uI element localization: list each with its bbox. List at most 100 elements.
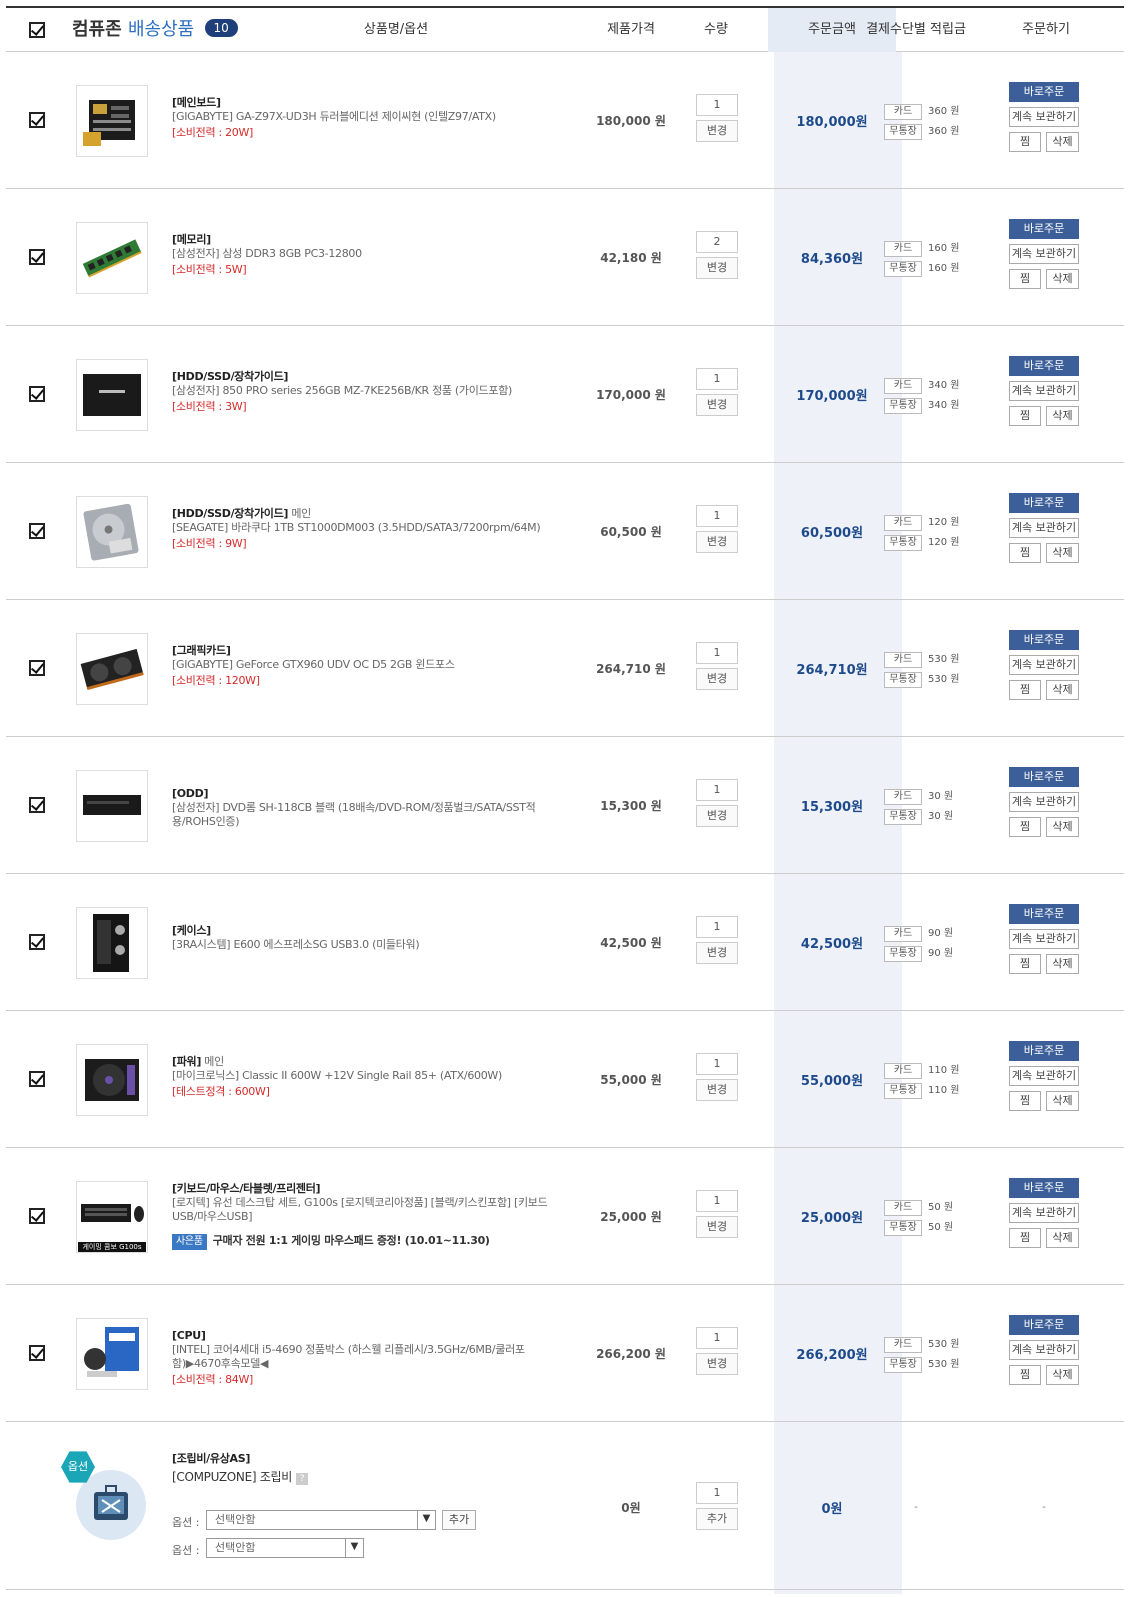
- qty-input[interactable]: 1: [696, 1053, 738, 1075]
- delete-button[interactable]: 삭제: [1046, 954, 1079, 974]
- product-name[interactable]: [GIGABYTE] GeForce GTX960 UDV OC D5 2GB …: [172, 658, 562, 672]
- keep-button[interactable]: 계속 보관하기: [1009, 244, 1079, 264]
- product-name[interactable]: [삼성전자] 850 PRO series 256GB MZ-7KE256B/K…: [172, 384, 562, 398]
- buy-now-button[interactable]: 바로주문: [1009, 219, 1079, 239]
- product-thumbnail[interactable]: [76, 496, 148, 568]
- product-thumbnail[interactable]: [76, 1044, 148, 1116]
- qty-input[interactable]: 1: [696, 1327, 738, 1349]
- qty-change-button[interactable]: 변경: [696, 1216, 738, 1238]
- option-select-2[interactable]: 선택안함 ▼: [206, 1538, 364, 1558]
- delete-button[interactable]: 삭제: [1046, 680, 1079, 700]
- delete-button[interactable]: 삭제: [1046, 1365, 1079, 1385]
- row-checkbox[interactable]: [29, 386, 45, 402]
- product-name[interactable]: [로지텍] 유선 데스크탑 세트, G100s [로지텍코리아정품] [블랙/키…: [172, 1196, 562, 1224]
- keep-button[interactable]: 계속 보관하기: [1009, 929, 1079, 949]
- qty-change-button[interactable]: 변경: [696, 257, 738, 279]
- product-name[interactable]: [마이크로닉스] Classic II 600W +12V Single Rai…: [172, 1069, 562, 1083]
- delete-button[interactable]: 삭제: [1046, 1091, 1079, 1111]
- buy-now-button[interactable]: 바로주문: [1009, 493, 1079, 513]
- keep-button[interactable]: 계속 보관하기: [1009, 1066, 1079, 1086]
- bankbook-tag: 무통장: [884, 1083, 922, 1099]
- row-checkbox[interactable]: [29, 660, 45, 676]
- qty-input[interactable]: 2: [696, 231, 738, 253]
- select-all-checkbox[interactable]: [29, 22, 45, 38]
- qty-input[interactable]: 1: [696, 505, 738, 527]
- wish-button[interactable]: 찜: [1009, 1091, 1041, 1111]
- wish-button[interactable]: 찜: [1009, 406, 1041, 426]
- row-checkbox[interactable]: [29, 1208, 45, 1224]
- buy-now-button[interactable]: 바로주문: [1009, 1315, 1079, 1335]
- buy-now-button[interactable]: 바로주문: [1009, 356, 1079, 376]
- row-checkbox[interactable]: [29, 1345, 45, 1361]
- keep-button[interactable]: 계속 보관하기: [1009, 381, 1079, 401]
- product-thumbnail[interactable]: [76, 770, 148, 842]
- row-checkbox[interactable]: [29, 1071, 45, 1087]
- product-name[interactable]: [삼성전자] DVD롬 SH-118CB 블랙 (18배속/DVD-ROM/정품…: [172, 801, 562, 829]
- product-thumbnail[interactable]: [76, 1318, 148, 1390]
- qty-input[interactable]: 1: [696, 916, 738, 938]
- wish-button[interactable]: 찜: [1009, 543, 1041, 563]
- product-name[interactable]: [SEAGATE] 바라쿠다 1TB ST1000DM003 (3.5HDD/S…: [172, 521, 562, 535]
- qty-change-button[interactable]: 변경: [696, 394, 738, 416]
- buy-now-button[interactable]: 바로주문: [1009, 1178, 1079, 1198]
- keep-button[interactable]: 계속 보관하기: [1009, 107, 1079, 127]
- qty-input[interactable]: 1: [696, 1190, 738, 1212]
- product-name[interactable]: [INTEL] 코어4세대 i5-4690 정품박스 (하스웰 리플레시/3.5…: [172, 1343, 562, 1371]
- card-tag: 카드: [884, 378, 922, 394]
- option-select-1[interactable]: 선택안함 ▼: [206, 1510, 436, 1530]
- wish-button[interactable]: 찜: [1009, 1228, 1041, 1248]
- row-checkbox[interactable]: [29, 934, 45, 950]
- product-info: [파워] 메인 [마이크로닉스] Classic II 600W +12V Sin…: [172, 1055, 562, 1099]
- wish-button[interactable]: 찜: [1009, 1365, 1041, 1385]
- buy-now-button[interactable]: 바로주문: [1009, 904, 1079, 924]
- keep-button[interactable]: 계속 보관하기: [1009, 1340, 1079, 1360]
- qty-input[interactable]: 1: [696, 642, 738, 664]
- keep-button[interactable]: 계속 보관하기: [1009, 1203, 1079, 1223]
- delete-button[interactable]: 삭제: [1046, 132, 1079, 152]
- assembly-qty-add-button[interactable]: 추가: [696, 1508, 738, 1530]
- qty-change-button[interactable]: 변경: [696, 1079, 738, 1101]
- wish-button[interactable]: 찜: [1009, 269, 1041, 289]
- product-thumbnail[interactable]: [76, 359, 148, 431]
- qty-input[interactable]: 1: [696, 368, 738, 390]
- qty-change-button[interactable]: 변경: [696, 531, 738, 553]
- qty-input[interactable]: 1: [696, 779, 738, 801]
- row-checkbox[interactable]: [29, 523, 45, 539]
- delete-button[interactable]: 삭제: [1046, 1228, 1079, 1248]
- qty-change-button[interactable]: 변경: [696, 1353, 738, 1375]
- buy-now-button[interactable]: 바로주문: [1009, 1041, 1079, 1061]
- qty-input[interactable]: 1: [696, 94, 738, 116]
- assembly-qty[interactable]: 1: [696, 1482, 738, 1504]
- keep-button[interactable]: 계속 보관하기: [1009, 655, 1079, 675]
- qty-change-button[interactable]: 변경: [696, 805, 738, 827]
- wish-button[interactable]: 찜: [1009, 954, 1041, 974]
- qty-change-button[interactable]: 변경: [696, 668, 738, 690]
- product-thumbnail[interactable]: [76, 222, 148, 294]
- buy-now-button[interactable]: 바로주문: [1009, 630, 1079, 650]
- qty-change-button[interactable]: 변경: [696, 120, 738, 142]
- keep-button[interactable]: 계속 보관하기: [1009, 792, 1079, 812]
- wish-button[interactable]: 찜: [1009, 817, 1041, 837]
- delete-button[interactable]: 삭제: [1046, 406, 1079, 426]
- buy-now-button[interactable]: 바로주문: [1009, 82, 1079, 102]
- product-thumbnail[interactable]: [76, 907, 148, 979]
- product-name[interactable]: [GIGABYTE] GA-Z97X-UD3H 듀러블에디션 제이씨현 (인텔Z…: [172, 110, 562, 124]
- product-thumbnail[interactable]: [76, 633, 148, 705]
- qty-change-button[interactable]: 변경: [696, 942, 738, 964]
- keep-button[interactable]: 계속 보관하기: [1009, 518, 1079, 538]
- buy-now-button[interactable]: 바로주문: [1009, 767, 1079, 787]
- delete-button[interactable]: 삭제: [1046, 817, 1079, 837]
- product-name[interactable]: [3RA시스템] E600 에스프레소SG USB3.0 (미들타워): [172, 938, 562, 952]
- points-card: 카드 360 원: [884, 102, 959, 120]
- delete-button[interactable]: 삭제: [1046, 269, 1079, 289]
- wish-button[interactable]: 찜: [1009, 132, 1041, 152]
- product-name[interactable]: [삼성전자] 삼성 DDR3 8GB PC3-12800: [172, 247, 562, 261]
- row-checkbox[interactable]: [29, 797, 45, 813]
- row-checkbox[interactable]: [29, 112, 45, 128]
- wish-button[interactable]: 찜: [1009, 680, 1041, 700]
- product-thumbnail[interactable]: [76, 85, 148, 157]
- help-icon[interactable]: ?: [296, 1473, 309, 1485]
- row-checkbox[interactable]: [29, 249, 45, 265]
- option-add-button[interactable]: 추가: [442, 1510, 476, 1530]
- delete-button[interactable]: 삭제: [1046, 543, 1079, 563]
